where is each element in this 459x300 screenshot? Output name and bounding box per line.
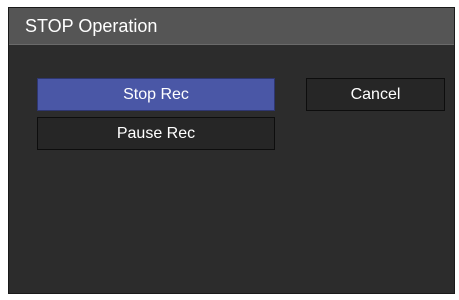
stop-rec-button[interactable]: Stop Rec	[37, 78, 275, 111]
dialog-title: STOP Operation	[25, 16, 158, 36]
stop-operation-dialog: STOP Operation Stop Rec Pause Rec Cancel	[8, 7, 455, 294]
dialog-title-bar: STOP Operation	[9, 8, 454, 45]
pause-rec-button[interactable]: Pause Rec	[37, 117, 275, 150]
cancel-button[interactable]: Cancel	[306, 78, 445, 111]
